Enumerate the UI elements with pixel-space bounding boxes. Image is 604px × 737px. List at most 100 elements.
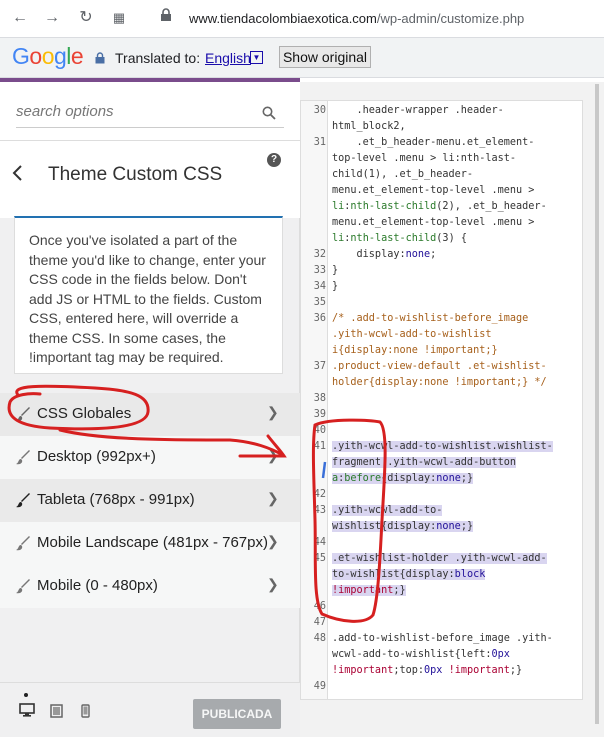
nav-item-mobile[interactable]: Mobile (0 - 480px) ❯ — [0, 565, 300, 608]
show-original-button[interactable]: Show original — [279, 46, 371, 68]
nav-item-label: Mobile (0 - 480px) — [37, 577, 158, 594]
code-line[interactable]: .yith-wcwl-add-to-wishlist.wishlist- — [332, 441, 553, 452]
line-number: 42 — [313, 489, 326, 500]
mobile-preview-icon[interactable] — [81, 704, 90, 718]
code-line[interactable]: !important;top:0px !important;} — [332, 665, 522, 676]
line-number: 34 — [313, 281, 326, 292]
nav-item-mobile-landscape[interactable]: Mobile Landscape (481px - 767px) ❯ — [0, 522, 300, 565]
line-number: 48 — [313, 633, 326, 644]
line-number: 40 — [313, 425, 326, 436]
code-line[interactable]: li:nth-last-child(2), .et_b_header- — [332, 201, 547, 212]
nav-item-label: CSS Globales — [37, 405, 132, 422]
search-area: search options — [0, 82, 300, 140]
chevron-left-icon — [12, 165, 22, 181]
line-number: 31 — [313, 137, 326, 148]
nav-item-css-globales[interactable]: CSS Globales ❯ — [0, 393, 300, 436]
translated-language-link[interactable]: English — [205, 50, 251, 66]
line-number: 30 — [313, 105, 326, 116]
desktop-preview-icon[interactable] — [19, 703, 35, 718]
code-line[interactable]: .yith-wcwl-add-to- — [332, 505, 443, 516]
nav-item-desktop[interactable]: Desktop (992px+) ❯ — [0, 436, 300, 479]
section-header: Theme Custom CSS ? — [0, 140, 300, 218]
google-logo: Google — [12, 43, 84, 69]
code-line[interactable]: fragment .yith-wcwl-add-button — [332, 457, 517, 468]
editor-scrollbar[interactable] — [595, 84, 599, 724]
line-number: 46 — [313, 601, 326, 612]
code-line[interactable]: holder{display:none !important;} */ — [332, 377, 547, 388]
customizer-panel: search options Theme Custom CSS ? Once y… — [0, 82, 300, 737]
line-number: 44 — [313, 537, 326, 548]
css-code-editor[interactable]: 30 31 32 33 34 35 36 37 38 39 40 41 42 43 44 45 46 47 48 49… — [300, 100, 583, 700]
chevron-right-icon: ❯ — [267, 404, 279, 420]
line-number: 33 — [313, 265, 326, 276]
line-number: 36 — [313, 313, 326, 324]
code-line[interactable]: a:before{display:none;} — [332, 473, 474, 484]
active-device-dot — [24, 693, 28, 697]
paintbrush-icon — [16, 493, 30, 508]
reload-icon[interactable]: ↻ — [76, 8, 96, 28]
paintbrush-icon — [16, 407, 30, 422]
google-translate-bar: Google Translated to: English ▼ Show ori… — [0, 38, 604, 78]
description-text: Once you've isolated a part of the theme… — [29, 232, 266, 365]
line-number: 45 — [313, 553, 326, 564]
url-domain: www.tiendacolombiaexotica.com — [189, 11, 377, 26]
publish-button[interactable]: PUBLICADA — [193, 699, 281, 729]
code-line[interactable]: i{display:none !important;} — [332, 345, 498, 356]
code-line[interactable]: menu.et_element-top-level .menu > — [332, 185, 534, 196]
code-line[interactable]: li:nth-last-child(3) { — [332, 233, 467, 244]
search-icon[interactable] — [262, 106, 276, 120]
code-line[interactable]: child(1), .et_b_header- — [332, 169, 473, 180]
nav-item-label: Tableta (768px - 991px) — [37, 491, 195, 508]
tablet-preview-icon[interactable] — [50, 704, 63, 718]
code-line[interactable]: display:none; — [332, 249, 437, 260]
translate-lock-icon — [95, 51, 105, 69]
back-arrow-icon[interactable]: ← — [10, 8, 30, 28]
code-line[interactable]: .yith-wcwl-add-to-wishlist — [332, 329, 491, 340]
description-box: Once you've isolated a part of the theme… — [14, 216, 283, 374]
code-line[interactable]: menu.et_element-top-level .menu > — [332, 217, 534, 228]
nav-item-label: Desktop (992px+) — [37, 448, 156, 465]
code-line[interactable]: .header-wrapper .header- — [332, 105, 504, 116]
help-icon[interactable]: ? — [267, 153, 281, 167]
code-line[interactable]: !important;} — [332, 585, 406, 596]
apps-grid-icon[interactable]: ▦ — [109, 8, 129, 28]
code-line[interactable]: .et_b_header-menu.et_element- — [332, 137, 535, 148]
line-number: 38 — [313, 393, 326, 404]
chevron-right-icon: ❯ — [267, 447, 279, 463]
code-line[interactable]: top-level .menu > li:nth-last- — [332, 153, 516, 164]
code-line[interactable]: } — [332, 281, 338, 292]
search-underline — [16, 127, 284, 128]
language-dropdown-icon[interactable]: ▼ — [250, 51, 263, 64]
code-line[interactable]: .add-to-wishlist-before_image .yith- — [332, 633, 553, 644]
code-line[interactable]: .et-wishlist-holder .yith-wcwl-add- — [332, 553, 547, 564]
search-input[interactable]: search options — [16, 103, 114, 120]
paintbrush-icon — [16, 450, 30, 465]
code-line[interactable]: /* .add-to-wishlist-before_image — [332, 313, 528, 324]
paintbrush-icon — [16, 579, 30, 594]
address-bar[interactable]: www.tiendacolombiaexotica.com/wp-admin/c… — [189, 11, 524, 26]
translated-to-label: Translated to: — [115, 50, 201, 66]
browser-toolbar: ← → ↻ ▦ www.tiendacolombiaexotica.com/wp… — [0, 0, 604, 38]
back-button[interactable] — [10, 163, 30, 187]
line-number: 41 — [313, 441, 326, 452]
nav-item-tableta[interactable]: Tableta (768px - 991px) ❯ — [0, 479, 300, 522]
line-number: 49 — [313, 681, 326, 692]
section-title: Theme Custom CSS — [48, 164, 223, 185]
chevron-right-icon: ❯ — [267, 576, 279, 592]
line-number: 43 — [313, 505, 326, 516]
panel-footer: PUBLICADA — [0, 682, 300, 737]
paintbrush-icon — [16, 536, 30, 551]
code-line[interactable]: to-wishlist{display:block — [332, 569, 486, 580]
chevron-right-icon: ❯ — [267, 490, 279, 506]
code-line[interactable]: } — [332, 265, 338, 276]
code-line[interactable]: wcwl-add-to-wishlist{left:0px — [332, 649, 510, 660]
forward-arrow-icon[interactable]: → — [42, 8, 62, 28]
line-number: 32 — [313, 249, 326, 260]
line-number: 37 — [313, 361, 326, 372]
code-line[interactable]: html_block2, — [332, 121, 406, 132]
line-number: 35 — [313, 297, 326, 308]
line-number: 47 — [313, 617, 326, 628]
code-line[interactable]: .product-view-default .et-wishlist- — [332, 361, 547, 372]
code-line[interactable]: wishlist{display:none;} — [332, 521, 474, 532]
nav-item-label: Mobile Landscape (481px - 767px) — [37, 534, 268, 551]
